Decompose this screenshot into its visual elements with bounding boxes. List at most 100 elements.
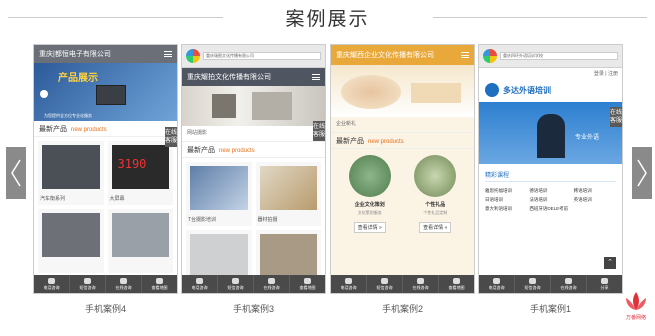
case-caption[interactable]: 手机案例3 — [181, 302, 326, 315]
notice-bar: 企业新礼 — [331, 117, 474, 133]
case-caption[interactable]: 手机案例1 — [478, 302, 623, 315]
feature-item[interactable]: 企业文化策划 文化策划服务 查看详情 » — [341, 155, 399, 234]
phone-button[interactable]: 电话咨询 — [331, 275, 367, 293]
share-button[interactable]: 分享 — [587, 275, 622, 293]
feature-title: 个性礼品 — [425, 202, 446, 208]
section-cn: 最新产品 — [187, 147, 215, 154]
browser-url[interactable]: 重庆四环外语培训学校 — [500, 52, 618, 60]
product-item[interactable]: 器材拍摄 — [255, 162, 321, 226]
course-link[interactable]: 英语培训 — [574, 197, 616, 203]
map-pin-icon — [453, 277, 460, 284]
sms-button[interactable]: 短信咨询 — [218, 275, 254, 293]
browser-url[interactable]: 重庆瑞图文化传播有限公司 — [203, 52, 321, 60]
chat-icon — [417, 277, 424, 284]
banner-prev-icon[interactable] — [40, 90, 48, 98]
section-heading: 最新产品 new products — [182, 142, 325, 158]
section-cn: 最新产品 — [336, 138, 364, 145]
section-title: 案例展示 — [285, 9, 370, 30]
mail-icon — [381, 277, 388, 284]
phone-icon — [48, 277, 55, 284]
bottom-label: 在线咨询 — [412, 284, 429, 290]
feature-item[interactable]: 个性礼品 个性礼品定制 查看详情 » — [407, 155, 465, 234]
bottom-nav: 电话咨询 短信咨询 在线咨询 查看地图 — [34, 275, 177, 293]
sms-button[interactable]: 短信咨询 — [70, 275, 106, 293]
map-pin-icon — [304, 277, 311, 284]
map-button[interactable]: 查看地图 — [142, 275, 177, 293]
chat-button[interactable]: 在线咨询 — [106, 275, 142, 293]
online-service-tab[interactable]: 在线客服 — [610, 107, 622, 127]
banner: 专业外语 — [479, 102, 622, 164]
menu-icon[interactable] — [461, 52, 469, 58]
bottom-nav: 电话咨询 短信咨询 在线咨询 查看地图 — [182, 275, 325, 293]
case-card-3[interactable]: 重庆瑞图文化传播有限公司 重庆耀拍文化传播有限公司 网站摄影 最新产品 new p… — [181, 44, 326, 294]
case-caption[interactable]: 手机案例2 — [330, 302, 475, 315]
bottom-label: 分享 — [600, 284, 609, 290]
site-logo-icon — [485, 83, 499, 97]
course-link[interactable]: 德语培训 — [529, 188, 571, 194]
phone-button[interactable]: 电话咨询 — [479, 275, 515, 293]
browser-logo-icon — [186, 49, 200, 63]
case-card-2[interactable]: 重庆耀西企业文化传播有限公司 企业新礼 最新产品 new products 企业文… — [330, 44, 475, 294]
course-section: 精彩课程 雅思托福培训 德语培训 韩语培训 日语培训 法语培训 英语培训 意大利… — [479, 164, 622, 214]
bottom-label: 电话咨询 — [43, 284, 60, 290]
carousel-next-button[interactable] — [632, 147, 652, 199]
online-service-tab[interactable]: 在线客服 — [313, 121, 325, 141]
course-link[interactable]: 西班牙语DELE考前 — [529, 206, 571, 212]
product-image — [96, 85, 126, 105]
carousel-prev-button[interactable] — [6, 147, 26, 199]
phone-button[interactable]: 电话咨询 — [34, 275, 70, 293]
product-item[interactable] — [38, 209, 104, 273]
product-item[interactable]: 3190 大屏幕 — [107, 141, 173, 205]
view-details-button[interactable]: 查看详情 » — [419, 222, 452, 233]
site-name: 重庆耀西企业文化传播有限公司 — [336, 52, 434, 59]
chat-button[interactable]: 在线咨询 — [403, 275, 439, 293]
section-en: new products — [219, 148, 255, 154]
course-link[interactable]: 意大利语培训 — [485, 206, 527, 212]
bottom-label: 短信咨询 — [376, 284, 393, 290]
brand-name: 万番网络 — [625, 315, 646, 321]
bottom-label: 在线咨询 — [263, 284, 280, 290]
online-service-tab[interactable]: 在线客服 — [165, 127, 177, 147]
course-list: 雅思托福培训 德语培训 韩语培训 日语培训 法语培训 英语培训 意大利语培训 西… — [485, 188, 616, 212]
bottom-label: 在线咨询 — [115, 284, 132, 290]
product-item[interactable]: T台摄影培训 — [186, 162, 252, 226]
view-details-button[interactable]: 查看详情 » — [353, 222, 386, 233]
back-to-top-icon[interactable]: ⌃ — [604, 257, 616, 269]
chevron-left-icon — [11, 159, 21, 187]
site-name: 重庆|都恒电子有限公司 — [39, 51, 111, 58]
sms-button[interactable]: 短信咨询 — [367, 275, 403, 293]
feature-title: 企业文化策划 — [354, 202, 385, 208]
map-pin-icon — [156, 277, 163, 284]
section-heading: 最新产品 new products — [331, 133, 474, 149]
title-divider-left — [8, 17, 223, 18]
menu-icon[interactable] — [312, 74, 320, 80]
mail-icon — [232, 277, 239, 284]
map-button[interactable]: 查看地图 — [439, 275, 474, 293]
section-en: new products — [368, 139, 404, 145]
course-link[interactable]: 日语培训 — [485, 197, 527, 203]
menu-icon[interactable] — [164, 51, 172, 57]
case-caption[interactable]: 手机案例4 — [33, 302, 178, 315]
product-item[interactable] — [107, 209, 173, 273]
bottom-nav: 电话咨询 短信咨询 在线咨询 查看地图 — [331, 275, 474, 293]
top-links[interactable]: 登录 | 注册 — [479, 68, 622, 78]
case-card-1[interactable]: 重庆四环外语培训学校 登录 | 注册 多达外语培训 专业外语 精彩课程 雅思托福… — [478, 44, 623, 294]
bottom-label: 查看地图 — [448, 284, 465, 290]
chat-button[interactable]: 在线咨询 — [551, 275, 587, 293]
section-heading: 最新产品 new products — [34, 121, 177, 137]
course-link[interactable]: 韩语培训 — [574, 188, 616, 194]
sms-button[interactable]: 短信咨询 — [515, 275, 551, 293]
course-link[interactable]: 法语培训 — [529, 197, 571, 203]
course-link[interactable]: 雅思托福培训 — [485, 188, 527, 194]
map-button[interactable]: 查看地图 — [290, 275, 325, 293]
product-label: 汽车衡系列 — [40, 196, 66, 202]
section-header: 案例展示 — [0, 0, 655, 36]
case-card-4[interactable]: 重庆|都恒电子有限公司 产品展示 为您提供全方位专业化服务 最新产品 new pr… — [33, 44, 178, 294]
site-header: 重庆耀拍文化传播有限公司 — [182, 68, 325, 86]
feature-desc: 个性礼品定制 — [423, 210, 448, 215]
product-item[interactable]: 汽车衡系列 — [38, 141, 104, 205]
phone-button[interactable]: 电话咨询 — [182, 275, 218, 293]
chat-button[interactable]: 在线咨询 — [254, 275, 290, 293]
bottom-label: 查看地图 — [151, 284, 168, 290]
phone-icon — [493, 277, 500, 284]
